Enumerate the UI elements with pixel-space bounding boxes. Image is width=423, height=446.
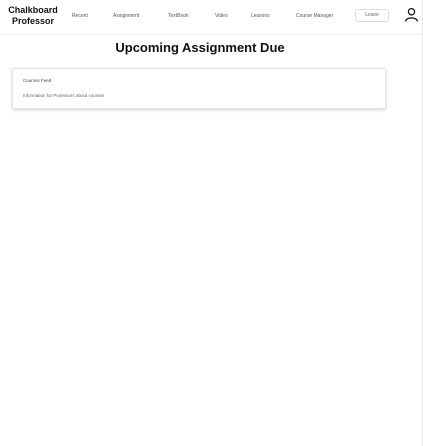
leave-button[interactable]: Leave xyxy=(355,9,389,22)
nav-link-lessons[interactable]: Lessons xyxy=(251,13,270,19)
course-feed-card[interactable]: Courses Feed Information for Professors … xyxy=(12,68,386,109)
card-description: Information for Professors about courses xyxy=(23,93,105,98)
page-title: Upcoming Assignment Due xyxy=(115,40,285,55)
page: Chalkboard Professor Recent Assignment T… xyxy=(0,0,423,446)
brand-logo[interactable]: Chalkboard Professor xyxy=(3,5,63,27)
card-title: Courses Feed xyxy=(23,78,52,83)
user-icon[interactable] xyxy=(404,7,419,22)
nav-link-video[interactable]: Video xyxy=(215,13,228,19)
brand-line-1: Chalkboard xyxy=(8,5,58,15)
brand-line-2: Professor xyxy=(11,16,55,26)
nav-link-assignment[interactable]: Assignment xyxy=(113,13,139,19)
nav-link-recent[interactable]: Recent xyxy=(72,13,88,19)
top-navbar: Chalkboard Professor Recent Assignment T… xyxy=(0,0,422,35)
nav-link-course-manager[interactable]: Course Manager xyxy=(296,13,333,19)
nav-link-textbook[interactable]: TextBook xyxy=(168,13,189,19)
